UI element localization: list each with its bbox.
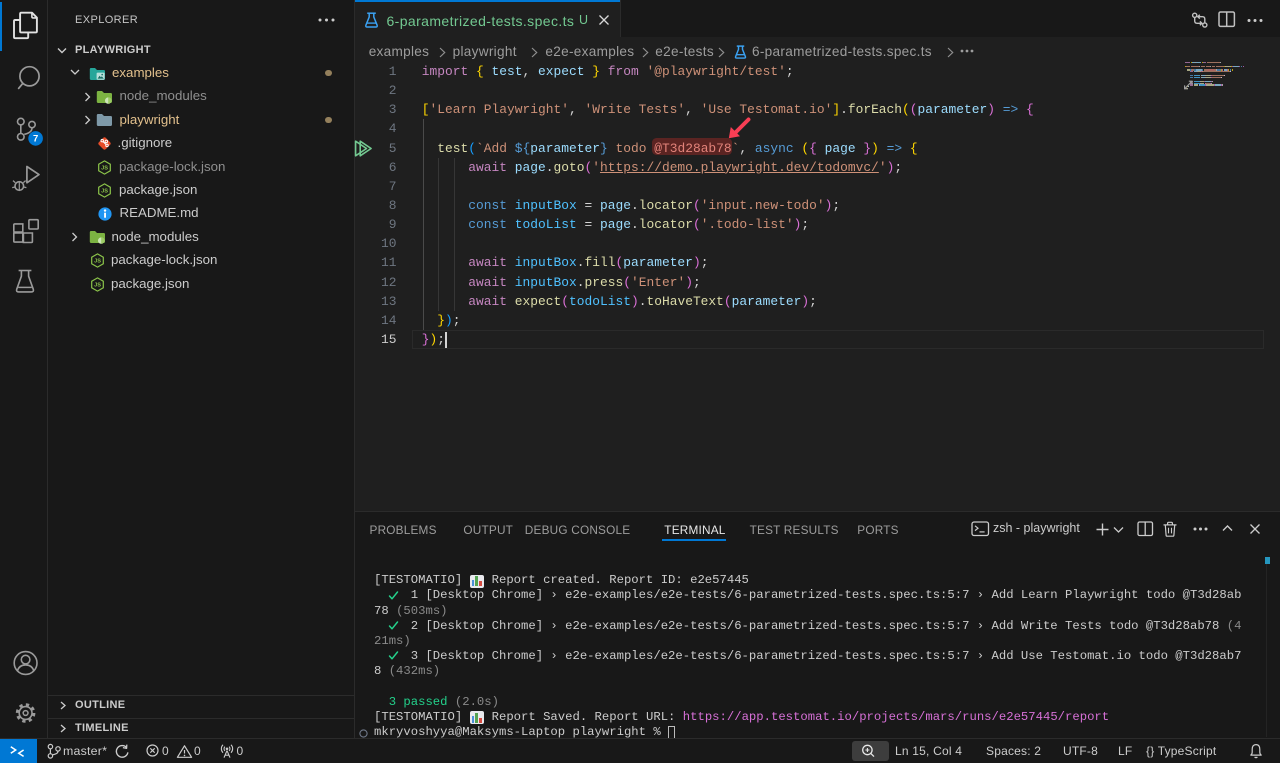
svg-text:7: 7	[33, 134, 38, 145]
svg-text:JS: JS	[101, 165, 108, 171]
svg-text:JS: JS	[101, 189, 108, 195]
svg-text:JS: JS	[94, 282, 101, 288]
svg-text:JS: JS	[94, 259, 101, 265]
